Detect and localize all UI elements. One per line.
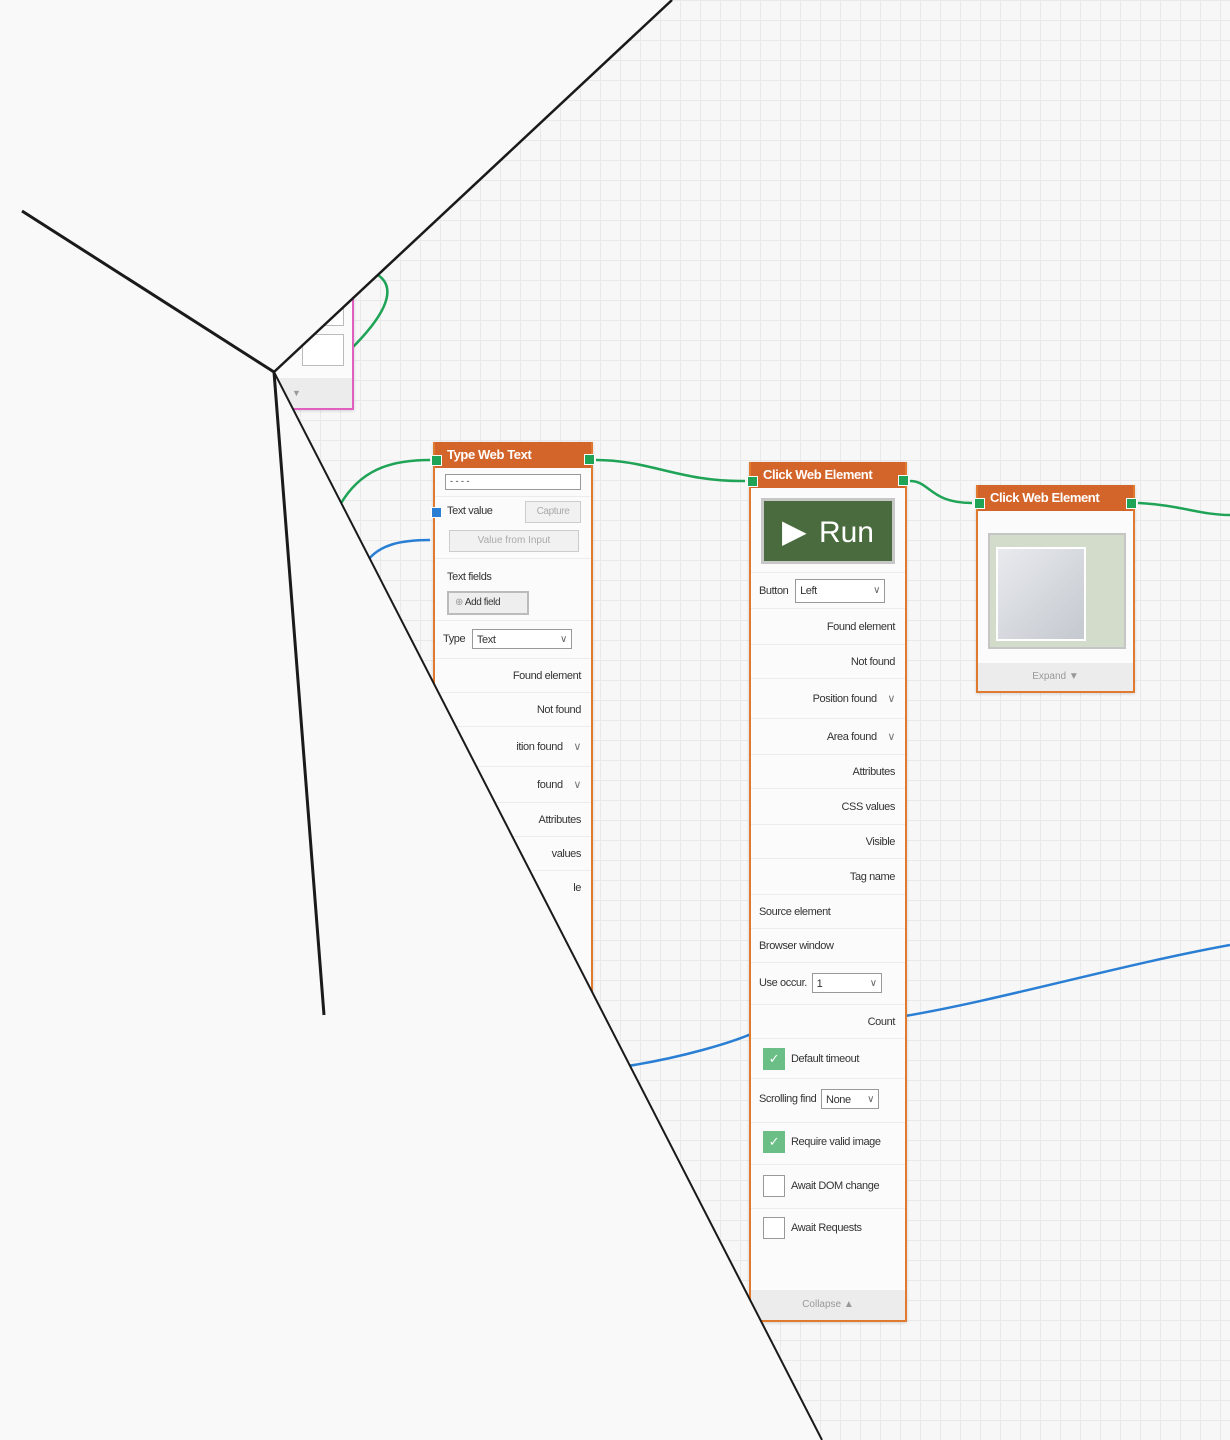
overlay-region (0, 0, 822, 1440)
foreground-overlay (0, 0, 823, 1440)
